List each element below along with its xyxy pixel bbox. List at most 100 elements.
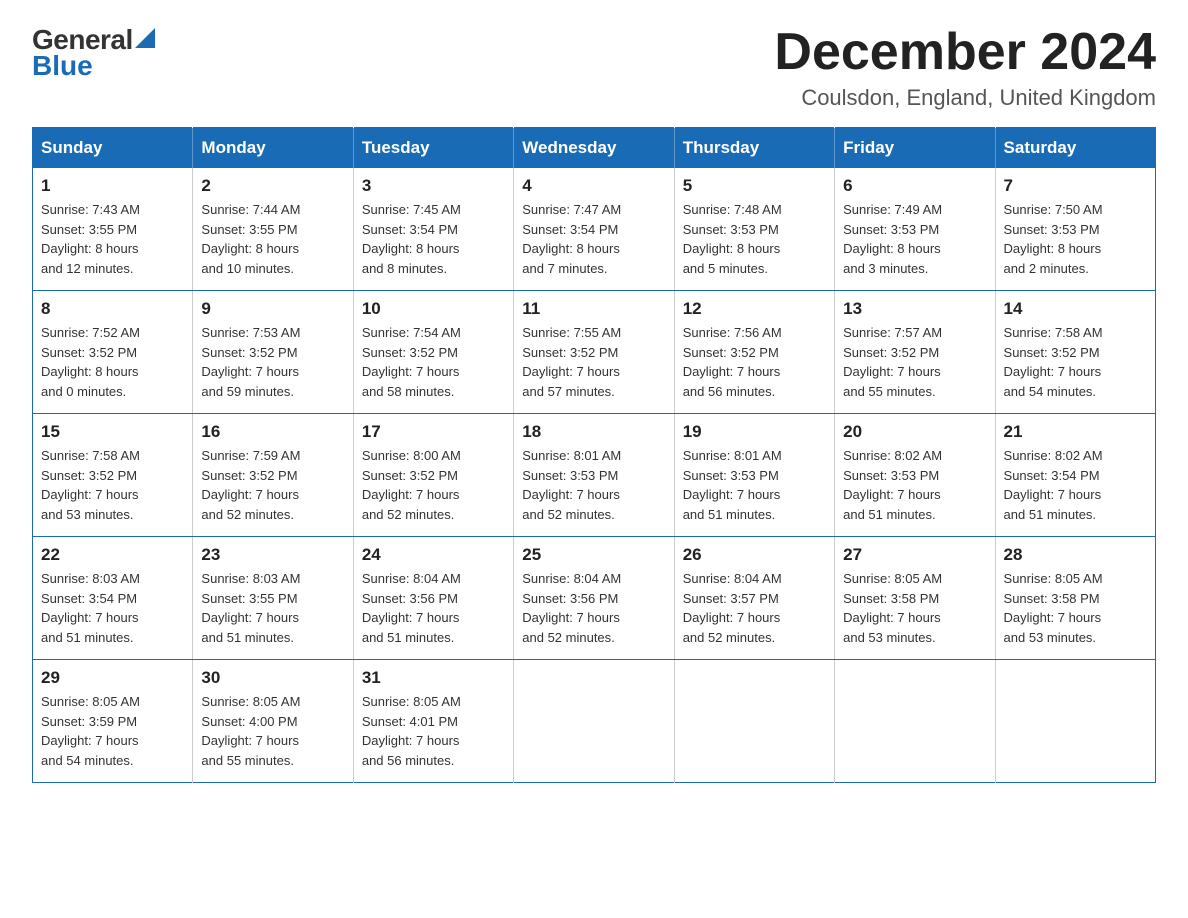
day-info: Sunrise: 8:03 AM Sunset: 3:54 PM Dayligh… (41, 569, 184, 647)
calendar-cell: 22 Sunrise: 8:03 AM Sunset: 3:54 PM Dayli… (33, 537, 193, 660)
day-number: 15 (41, 422, 184, 442)
logo-blue: Blue (32, 50, 93, 82)
calendar-cell: 19Sunrise: 8:01 AM Sunset: 3:53 PM Dayli… (674, 414, 834, 537)
day-info: Sunrise: 7:48 AM Sunset: 3:53 PM Dayligh… (683, 200, 826, 278)
calendar-cell: 12 Sunrise: 7:56 AM Sunset: 3:52 PM Dayli… (674, 291, 834, 414)
day-number: 27 (843, 545, 986, 565)
calendar-cell: 20Sunrise: 8:02 AM Sunset: 3:53 PM Dayli… (835, 414, 995, 537)
calendar-cell: 18 Sunrise: 8:01 AM Sunset: 3:53 PM Dayli… (514, 414, 674, 537)
day-info: Sunrise: 7:53 AM Sunset: 3:52 PM Dayligh… (201, 323, 344, 401)
calendar-week-row: 15 Sunrise: 7:58 AM Sunset: 3:52 PM Dayli… (33, 414, 1156, 537)
day-info: Sunrise: 8:04 AM Sunset: 3:56 PM Dayligh… (522, 569, 665, 647)
day-number: 29 (41, 668, 184, 688)
day-number: 11 (522, 299, 665, 319)
day-number: 13 (843, 299, 986, 319)
calendar-cell: 5 Sunrise: 7:48 AM Sunset: 3:53 PM Daylig… (674, 168, 834, 291)
calendar-cell: 15 Sunrise: 7:58 AM Sunset: 3:52 PM Dayli… (33, 414, 193, 537)
calendar-cell (995, 660, 1155, 783)
calendar-title: December 2024 (774, 24, 1156, 81)
calendar-cell: 4 Sunrise: 7:47 AM Sunset: 3:54 PM Daylig… (514, 168, 674, 291)
day-number: 20 (843, 422, 986, 442)
day-info: Sunrise: 8:05 AM Sunset: 4:01 PM Dayligh… (362, 692, 505, 770)
calendar-header-row: SundayMondayTuesdayWednesdayThursdayFrid… (33, 128, 1156, 169)
logo-triangle-icon (135, 28, 155, 48)
calendar-cell: 21 Sunrise: 8:02 AM Sunset: 3:54 PM Dayli… (995, 414, 1155, 537)
calendar-cell: 31 Sunrise: 8:05 AM Sunset: 4:01 PM Dayli… (353, 660, 513, 783)
day-number: 17 (362, 422, 505, 442)
day-number: 31 (362, 668, 505, 688)
calendar-cell: 9Sunrise: 7:53 AM Sunset: 3:52 PM Daylig… (193, 291, 353, 414)
column-header-sunday: Sunday (33, 128, 193, 169)
day-info: Sunrise: 7:58 AM Sunset: 3:52 PM Dayligh… (1004, 323, 1147, 401)
day-info: Sunrise: 8:04 AM Sunset: 3:56 PM Dayligh… (362, 569, 505, 647)
day-info: Sunrise: 7:57 AM Sunset: 3:52 PM Dayligh… (843, 323, 986, 401)
day-info: Sunrise: 7:47 AM Sunset: 3:54 PM Dayligh… (522, 200, 665, 278)
day-number: 14 (1004, 299, 1147, 319)
day-info: Sunrise: 7:58 AM Sunset: 3:52 PM Dayligh… (41, 446, 184, 524)
day-number: 4 (522, 176, 665, 196)
column-header-monday: Monday (193, 128, 353, 169)
calendar-cell: 30 Sunrise: 8:05 AM Sunset: 4:00 PM Dayli… (193, 660, 353, 783)
calendar-cell (674, 660, 834, 783)
calendar-body: 1 Sunrise: 7:43 AM Sunset: 3:55 PM Daylig… (33, 168, 1156, 783)
calendar-cell: 17 Sunrise: 8:00 AM Sunset: 3:52 PM Dayli… (353, 414, 513, 537)
day-info: Sunrise: 7:45 AM Sunset: 3:54 PM Dayligh… (362, 200, 505, 278)
day-info: Sunrise: 7:49 AM Sunset: 3:53 PM Dayligh… (843, 200, 986, 278)
day-number: 5 (683, 176, 826, 196)
calendar-cell: 6 Sunrise: 7:49 AM Sunset: 3:53 PM Daylig… (835, 168, 995, 291)
day-info: Sunrise: 8:00 AM Sunset: 3:52 PM Dayligh… (362, 446, 505, 524)
day-number: 6 (843, 176, 986, 196)
calendar-cell: 25 Sunrise: 8:04 AM Sunset: 3:56 PM Dayli… (514, 537, 674, 660)
column-header-thursday: Thursday (674, 128, 834, 169)
logo: General Blue (32, 24, 155, 82)
day-info: Sunrise: 8:04 AM Sunset: 3:57 PM Dayligh… (683, 569, 826, 647)
day-info: Sunrise: 7:56 AM Sunset: 3:52 PM Dayligh… (683, 323, 826, 401)
day-number: 25 (522, 545, 665, 565)
calendar-week-row: 29 Sunrise: 8:05 AM Sunset: 3:59 PM Dayli… (33, 660, 1156, 783)
day-info: Sunrise: 8:01 AM Sunset: 3:53 PM Dayligh… (683, 446, 826, 524)
column-header-tuesday: Tuesday (353, 128, 513, 169)
page-header: General Blue December 2024 Coulsdon, Eng… (32, 24, 1156, 111)
day-info: Sunrise: 7:54 AM Sunset: 3:52 PM Dayligh… (362, 323, 505, 401)
calendar-cell: 29 Sunrise: 8:05 AM Sunset: 3:59 PM Dayli… (33, 660, 193, 783)
day-number: 12 (683, 299, 826, 319)
day-number: 22 (41, 545, 184, 565)
calendar-cell: 11 Sunrise: 7:55 AM Sunset: 3:52 PM Dayli… (514, 291, 674, 414)
calendar-cell: 8Sunrise: 7:52 AM Sunset: 3:52 PM Daylig… (33, 291, 193, 414)
day-number: 16 (201, 422, 344, 442)
calendar-cell: 10 Sunrise: 7:54 AM Sunset: 3:52 PM Dayli… (353, 291, 513, 414)
day-info: Sunrise: 8:03 AM Sunset: 3:55 PM Dayligh… (201, 569, 344, 647)
calendar-cell: 3 Sunrise: 7:45 AM Sunset: 3:54 PM Daylig… (353, 168, 513, 291)
calendar-cell: 2Sunrise: 7:44 AM Sunset: 3:55 PM Daylig… (193, 168, 353, 291)
day-number: 26 (683, 545, 826, 565)
calendar-cell: 14 Sunrise: 7:58 AM Sunset: 3:52 PM Dayli… (995, 291, 1155, 414)
day-info: Sunrise: 8:05 AM Sunset: 3:59 PM Dayligh… (41, 692, 184, 770)
calendar-cell: 16Sunrise: 7:59 AM Sunset: 3:52 PM Dayli… (193, 414, 353, 537)
calendar-cell: 13 Sunrise: 7:57 AM Sunset: 3:52 PM Dayli… (835, 291, 995, 414)
day-info: Sunrise: 7:43 AM Sunset: 3:55 PM Dayligh… (41, 200, 184, 278)
day-info: Sunrise: 8:02 AM Sunset: 3:54 PM Dayligh… (1004, 446, 1147, 524)
day-number: 10 (362, 299, 505, 319)
day-number: 8 (41, 299, 184, 319)
calendar-week-row: 8Sunrise: 7:52 AM Sunset: 3:52 PM Daylig… (33, 291, 1156, 414)
day-info: Sunrise: 8:01 AM Sunset: 3:53 PM Dayligh… (522, 446, 665, 524)
calendar-cell: 28Sunrise: 8:05 AM Sunset: 3:58 PM Dayli… (995, 537, 1155, 660)
day-info: Sunrise: 7:50 AM Sunset: 3:53 PM Dayligh… (1004, 200, 1147, 278)
calendar-cell: 1 Sunrise: 7:43 AM Sunset: 3:55 PM Daylig… (33, 168, 193, 291)
day-info: Sunrise: 8:05 AM Sunset: 4:00 PM Dayligh… (201, 692, 344, 770)
day-info: Sunrise: 7:55 AM Sunset: 3:52 PM Dayligh… (522, 323, 665, 401)
day-number: 3 (362, 176, 505, 196)
day-number: 24 (362, 545, 505, 565)
day-info: Sunrise: 7:44 AM Sunset: 3:55 PM Dayligh… (201, 200, 344, 278)
column-header-friday: Friday (835, 128, 995, 169)
day-number: 21 (1004, 422, 1147, 442)
calendar-cell (835, 660, 995, 783)
day-number: 30 (201, 668, 344, 688)
day-number: 18 (522, 422, 665, 442)
day-number: 1 (41, 176, 184, 196)
calendar-cell: 24 Sunrise: 8:04 AM Sunset: 3:56 PM Dayli… (353, 537, 513, 660)
calendar-cell: 23Sunrise: 8:03 AM Sunset: 3:55 PM Dayli… (193, 537, 353, 660)
calendar-cell: 27 Sunrise: 8:05 AM Sunset: 3:58 PM Dayli… (835, 537, 995, 660)
day-number: 7 (1004, 176, 1147, 196)
day-info: Sunrise: 8:05 AM Sunset: 3:58 PM Dayligh… (843, 569, 986, 647)
